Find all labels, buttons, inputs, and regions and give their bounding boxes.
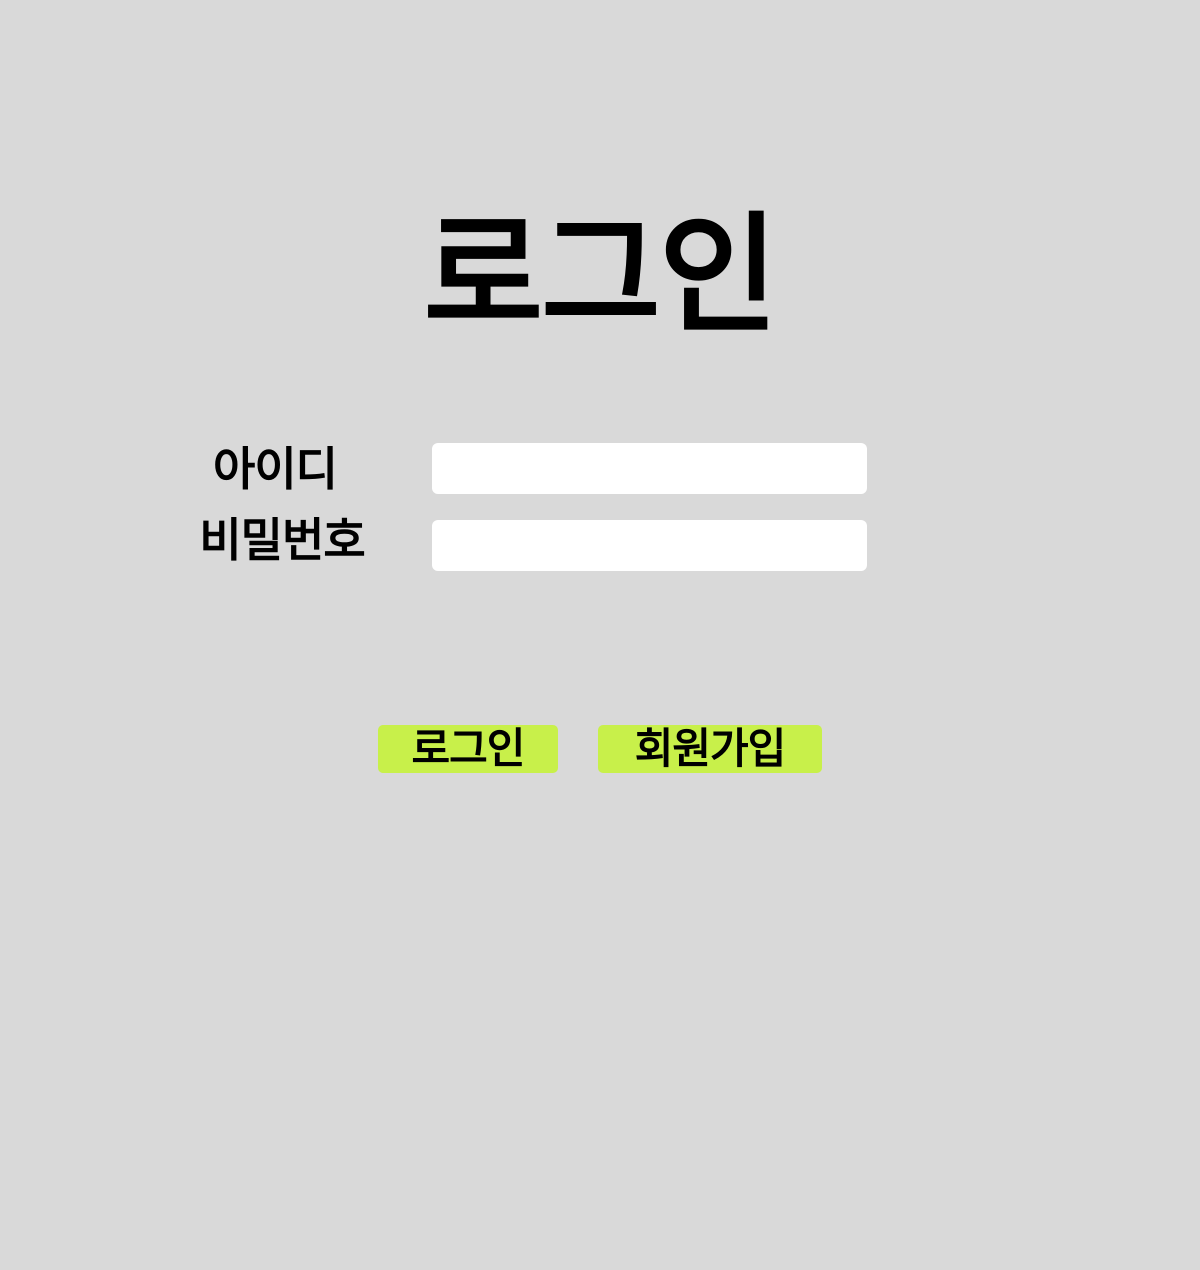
id-input[interactable] (432, 443, 867, 494)
login-button[interactable]: 로그인 (378, 725, 558, 773)
password-input[interactable] (432, 520, 867, 571)
password-label: 비밀번호 (199, 513, 365, 567)
signup-button[interactable]: 회원가입 (598, 725, 822, 773)
id-label: 아이디 (213, 442, 338, 496)
page-title: 로그인 (423, 199, 779, 351)
